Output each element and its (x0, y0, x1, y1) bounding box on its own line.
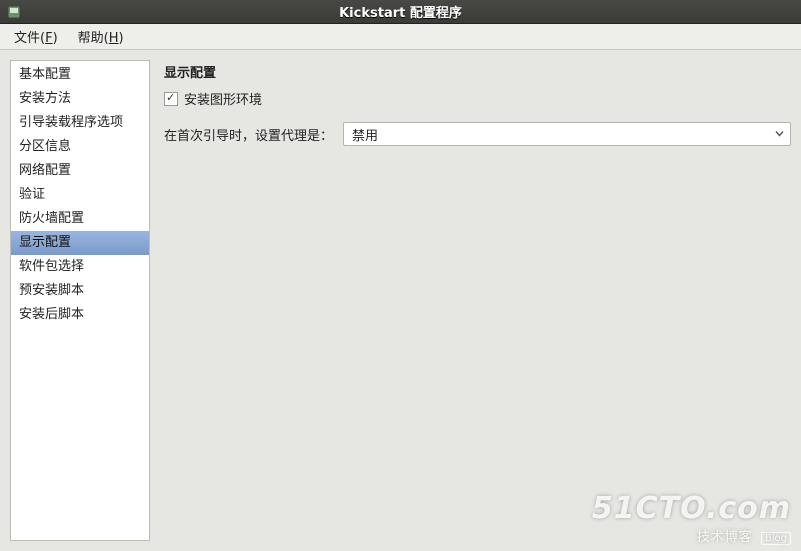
sidebar: 基本配置 安装方法 引导装载程序选项 分区信息 网络配置 验证 防火墙配置 显示… (10, 60, 150, 541)
app-icon (6, 4, 22, 20)
sidebar-item-post-script[interactable]: 安装后脚本 (11, 303, 149, 327)
install-gui-label: 安装图形环境 (184, 89, 262, 108)
chevron-down-icon (775, 127, 784, 142)
main-panel: 显示配置 安装图形环境 在首次引导时，设置代理是： 禁用 (164, 60, 791, 541)
menu-help[interactable]: 帮助(H) (68, 24, 134, 49)
sidebar-item-bootloader[interactable]: 引导装载程序选项 (11, 111, 149, 135)
firstboot-select[interactable]: 禁用 (343, 122, 791, 146)
firstboot-row: 在首次引导时，设置代理是： 禁用 (164, 122, 791, 146)
firstboot-label: 在首次引导时，设置代理是： (164, 125, 333, 144)
install-gui-row: 安装图形环境 (164, 89, 791, 108)
sidebar-item-basic[interactable]: 基本配置 (11, 63, 149, 87)
section-title: 显示配置 (164, 62, 791, 81)
sidebar-item-auth[interactable]: 验证 (11, 183, 149, 207)
firstboot-select-value: 禁用 (352, 125, 378, 144)
sidebar-item-firewall[interactable]: 防火墙配置 (11, 207, 149, 231)
sidebar-item-pre-script[interactable]: 预安装脚本 (11, 279, 149, 303)
window-title: Kickstart 配置程序 (28, 2, 801, 21)
content-area: 基本配置 安装方法 引导装载程序选项 分区信息 网络配置 验证 防火墙配置 显示… (0, 50, 801, 551)
install-gui-checkbox[interactable] (164, 92, 178, 106)
sidebar-item-partition[interactable]: 分区信息 (11, 135, 149, 159)
sidebar-item-network[interactable]: 网络配置 (11, 159, 149, 183)
sidebar-item-packages[interactable]: 软件包选择 (11, 255, 149, 279)
sidebar-item-display[interactable]: 显示配置 (11, 231, 149, 255)
menu-file[interactable]: 文件(F) (4, 24, 68, 49)
sidebar-item-install-method[interactable]: 安装方法 (11, 87, 149, 111)
titlebar: Kickstart 配置程序 (0, 0, 801, 24)
menubar: 文件(F) 帮助(H) (0, 24, 801, 50)
